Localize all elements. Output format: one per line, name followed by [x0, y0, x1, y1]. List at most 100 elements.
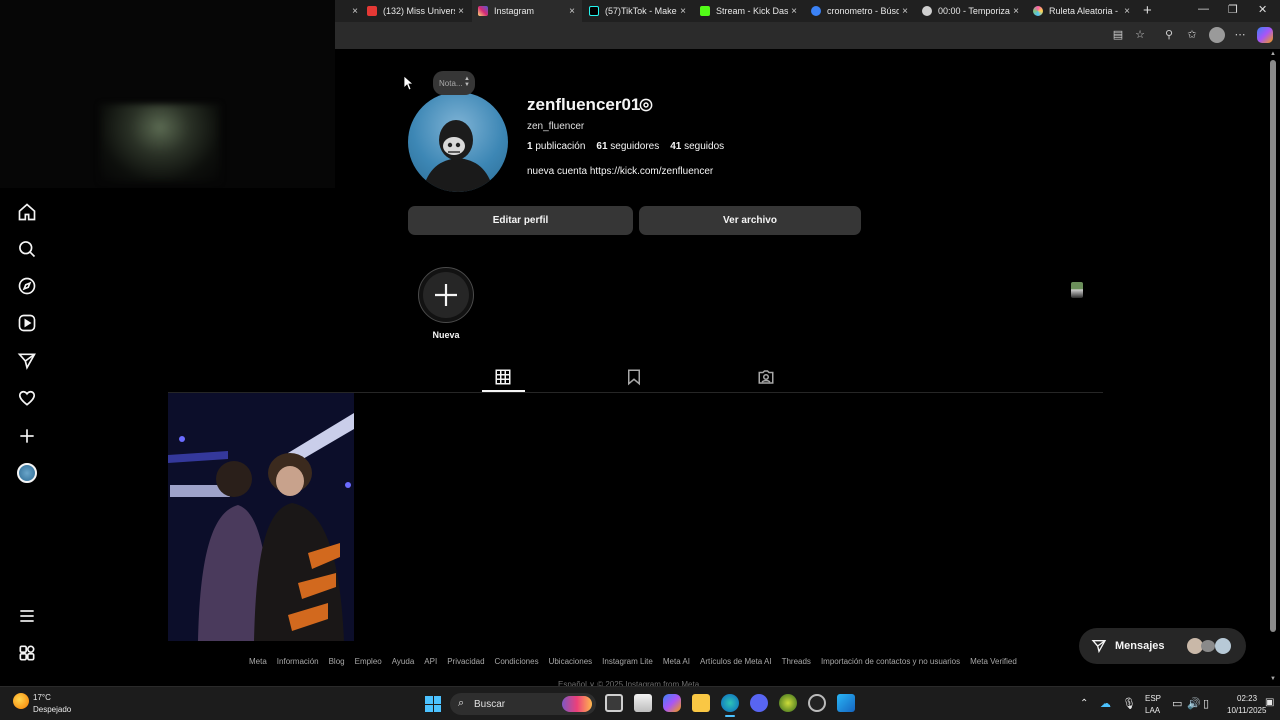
following-stat[interactable]: 41 seguidos	[670, 141, 724, 152]
tab-close-icon[interactable]: ×	[1010, 6, 1022, 17]
footer-link[interactable]: Meta Verified	[970, 657, 1017, 666]
tab-ruleta[interactable]: Ruleta Aleatoria - So ×	[1027, 0, 1137, 22]
settings-more-icon[interactable]: ⋯	[1233, 28, 1247, 42]
notifications-icon[interactable]: ▣	[1265, 697, 1274, 708]
discord-icon[interactable]	[750, 694, 768, 712]
tagged-tab[interactable]	[757, 368, 775, 386]
taskbar-search-placeholder: Buscar	[474, 698, 506, 710]
edge-browser-icon[interactable]	[721, 694, 739, 712]
footer-link[interactable]: Privacidad	[447, 657, 484, 666]
scroll-up-icon[interactable]: ▲	[1270, 51, 1276, 57]
task-view-icon[interactable]	[605, 694, 623, 712]
language-indicator-sub: LAA	[1145, 706, 1161, 715]
reels-icon[interactable]	[17, 313, 37, 333]
post-thumbnail[interactable]	[168, 393, 354, 641]
also-from-meta-icon[interactable]	[17, 643, 37, 663]
close-window-button[interactable]: ✕	[1258, 3, 1267, 16]
restore-button[interactable]: ❐	[1228, 3, 1238, 16]
clock-date[interactable]: 10/11/2025	[1227, 706, 1266, 715]
tab-kick[interactable]: Stream - Kick Dashb ×	[694, 0, 804, 22]
posts-stat[interactable]: 1 publicación	[527, 141, 585, 152]
footer-link[interactable]: Condiciones	[495, 657, 539, 666]
tab-close-icon[interactable]: ×	[788, 6, 800, 17]
footer-link[interactable]: Empleo	[355, 657, 382, 666]
language-indicator[interactable]: ESP	[1145, 694, 1161, 703]
home-icon[interactable]	[17, 202, 37, 222]
tab-close-icon[interactable]: ×	[677, 6, 689, 17]
app-icon-green[interactable]	[779, 694, 797, 712]
footer-link[interactable]: Información	[277, 657, 319, 666]
taskbar-search[interactable]: ⌕ Buscar	[450, 693, 596, 715]
favorite-star-icon[interactable]: ☆	[1133, 28, 1147, 42]
messages-icon[interactable]	[17, 351, 37, 371]
copilot-icon[interactable]	[1257, 27, 1273, 43]
posts-grid-tab[interactable]	[494, 368, 512, 386]
scrollbar-thumb[interactable]	[1270, 60, 1276, 632]
search-highlight-image	[562, 696, 592, 712]
app-icon-circle[interactable]	[808, 694, 826, 712]
note-scroll-icon: ▲ ▼	[464, 76, 470, 88]
network-icon[interactable]: ▭	[1172, 697, 1182, 710]
footer-link[interactable]: Ubicaciones	[549, 657, 593, 666]
copilot-app-icon[interactable]	[663, 694, 681, 712]
tab-instagram[interactable]: Instagram ×	[472, 0, 582, 22]
clock-time[interactable]: 02:23	[1237, 694, 1257, 703]
messages-drawer-button[interactable]: Mensajes	[1079, 628, 1246, 664]
tab-tiktok[interactable]: (57)TikTok - Make Yo ×	[583, 0, 693, 22]
tab-close-icon[interactable]: ×	[899, 6, 911, 17]
more-menu-icon[interactable]	[17, 606, 37, 626]
profile-bio[interactable]: nueva cuenta https://kick.com/zenfluence…	[527, 166, 713, 177]
tab-close-icon[interactable]: ×	[566, 6, 578, 17]
tray-overflow-icon[interactable]: ⌃	[1080, 698, 1088, 709]
scroll-down-icon[interactable]: ▼	[1270, 676, 1276, 682]
note-bubble[interactable]: Nota... ▲ ▼	[433, 71, 475, 95]
volume-icon[interactable]: 🔊	[1187, 697, 1201, 710]
edit-profile-button[interactable]: Editar perfil	[408, 206, 633, 235]
footer-link[interactable]: Instagram Lite	[602, 657, 653, 666]
saved-tab[interactable]	[625, 368, 643, 386]
search-icon[interactable]	[17, 239, 37, 259]
new-tab-button[interactable]: +	[1143, 2, 1152, 19]
tab-close-icon[interactable]: ×	[1121, 6, 1133, 17]
profile-username: zenfluencer01	[527, 95, 641, 114]
create-icon[interactable]	[17, 426, 37, 446]
active-tab-indicator	[482, 390, 525, 392]
footer-link[interactable]: Blog	[329, 657, 345, 666]
tab-cronometro[interactable]: cronometro - Búsque ×	[805, 0, 915, 22]
app-icon-blue[interactable]	[837, 694, 855, 712]
post-photo	[168, 393, 354, 641]
tab-miss-universo[interactable]: (132) Miss Universo ×	[361, 0, 471, 22]
tab-close-icon[interactable]: ×	[455, 6, 467, 17]
followers-stat[interactable]: 61 seguidores	[596, 141, 659, 152]
tab-close-icon[interactable]: ×	[349, 6, 360, 17]
new-highlight-button[interactable]	[418, 267, 474, 323]
footer-link[interactable]: Importación de contactos y no usuarios	[821, 657, 960, 666]
profile-avatar-large[interactable]	[408, 92, 508, 192]
footer-link[interactable]: API	[424, 657, 437, 666]
settings-gear-icon[interactable]	[638, 97, 654, 113]
account-avatar-icon[interactable]	[1209, 27, 1225, 43]
windows-start-icon[interactable]	[425, 696, 441, 712]
new-highlight-label: Nueva	[432, 330, 460, 340]
footer-link[interactable]: Ayuda	[392, 657, 415, 666]
reading-view-icon[interactable]: ▤	[1111, 28, 1125, 42]
store-icon[interactable]	[634, 694, 652, 712]
view-archive-button[interactable]: Ver archivo	[639, 206, 861, 235]
minimize-button[interactable]: —	[1198, 3, 1209, 15]
tab-temporizador[interactable]: 00:00 - Temporizado ×	[916, 0, 1026, 22]
extensions-icon[interactable]: ⚲	[1162, 28, 1176, 42]
favorites-icon[interactable]: ✩	[1185, 28, 1199, 42]
footer-link[interactable]: Artículos de Meta AI	[700, 657, 772, 666]
weather-icon[interactable]	[13, 693, 29, 709]
notifications-icon[interactable]	[17, 388, 37, 408]
battery-icon[interactable]: ▯	[1203, 697, 1209, 710]
footer-link[interactable]: Meta AI	[663, 657, 690, 666]
microphone-icon[interactable]: 🎙	[1122, 697, 1136, 710]
onedrive-icon[interactable]: ☁	[1100, 697, 1111, 710]
tab-partial[interactable]: ×	[335, 0, 360, 22]
footer-link[interactable]: Threads	[782, 657, 811, 666]
explore-icon[interactable]	[17, 276, 37, 296]
profile-avatar[interactable]	[17, 463, 37, 483]
file-explorer-icon[interactable]	[692, 694, 710, 712]
footer-link[interactable]: Meta	[249, 657, 267, 666]
